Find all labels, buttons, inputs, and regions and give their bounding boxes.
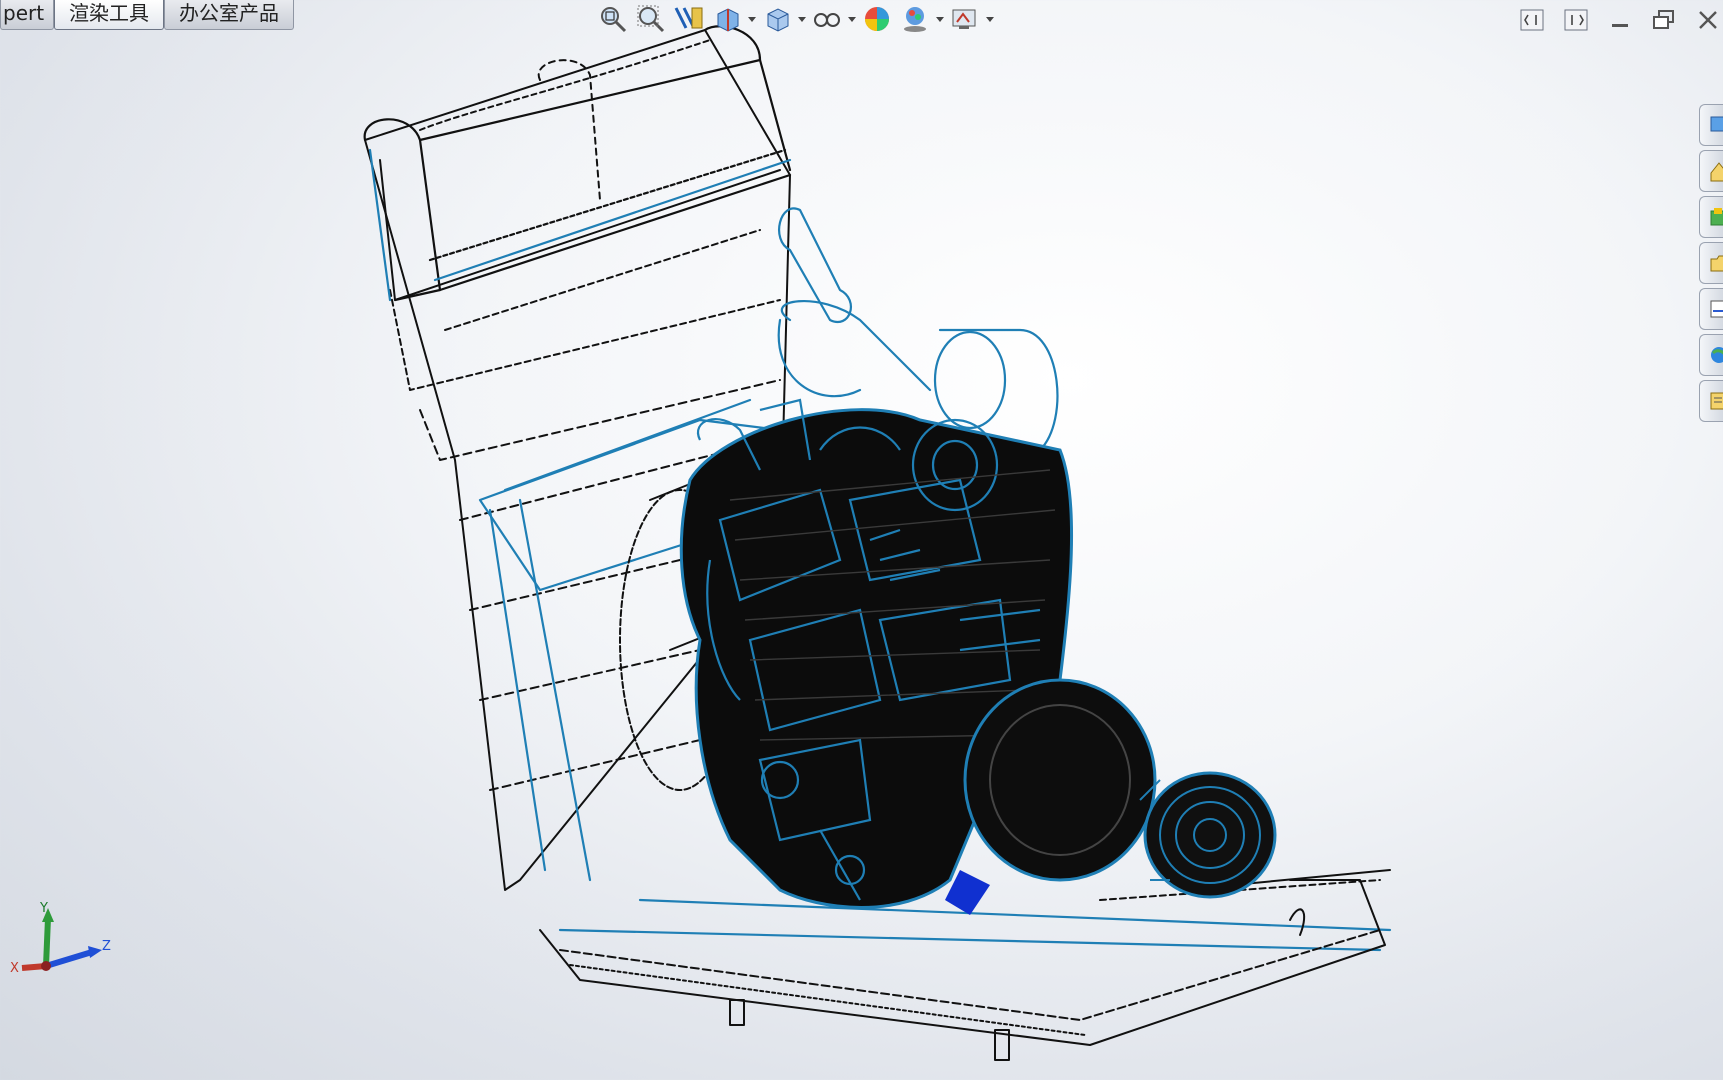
zoom-to-fit-icon[interactable] — [596, 2, 630, 36]
window-controls — [1517, 6, 1723, 34]
tab-expert[interactable]: pert — [0, 0, 54, 30]
file-explorer-icon[interactable] — [1699, 196, 1723, 238]
solidworks-resources-icon[interactable] — [1699, 104, 1723, 146]
close-icon[interactable] — [1693, 6, 1723, 34]
display-style-dropdown[interactable] — [810, 2, 856, 36]
appearances-icon[interactable] — [1699, 288, 1723, 330]
chevron-down-icon — [848, 16, 856, 22]
tile-left-icon[interactable] — [1517, 6, 1547, 34]
section-view-dropdown[interactable] — [710, 2, 756, 36]
triad-z-label: Z — [102, 939, 111, 954]
view-orientation-icon — [760, 2, 794, 36]
chevron-down-icon — [986, 16, 994, 22]
tab-render-tools[interactable]: 渲染工具 — [54, 0, 164, 30]
graphics-viewport[interactable] — [0, 0, 1723, 1080]
engine-assembly — [679, 398, 1277, 915]
tile-right-icon[interactable] — [1561, 6, 1591, 34]
section-view-icon — [710, 2, 744, 36]
heads-up-view-toolbar — [596, 2, 994, 36]
view-orientation-dropdown[interactable] — [760, 2, 806, 36]
view-settings-dropdown[interactable] — [948, 2, 994, 36]
previous-view-icon[interactable] — [672, 2, 706, 36]
apply-scene-icon — [898, 2, 932, 36]
view-settings-icon — [948, 2, 982, 36]
tab-office-products[interactable]: 办公室产品 — [164, 0, 294, 30]
minimize-icon[interactable] — [1605, 6, 1635, 34]
apply-scene-dropdown[interactable] — [898, 2, 944, 36]
custom-properties-icon[interactable] — [1699, 334, 1723, 376]
restore-icon[interactable] — [1649, 6, 1679, 34]
reference-triad: Y Z X — [8, 896, 118, 996]
view-palette-icon[interactable] — [1699, 242, 1723, 284]
file-properties-icon[interactable] — [1699, 380, 1723, 422]
triad-x-label: X — [10, 961, 19, 976]
design-library-icon[interactable] — [1699, 150, 1723, 192]
chevron-down-icon — [748, 16, 756, 22]
model-wireframe[interactable] — [0, 0, 1723, 1080]
chevron-down-icon — [798, 16, 806, 22]
task-pane — [1699, 104, 1723, 422]
chevron-down-icon — [936, 16, 944, 22]
hide-show-items-icon — [810, 2, 844, 36]
triad-y-label: Y — [39, 901, 48, 916]
command-manager-tabs: pert 渲染工具 办公室产品 — [0, 0, 294, 30]
edit-appearance-icon[interactable] — [860, 2, 894, 36]
zoom-to-area-icon[interactable] — [634, 2, 668, 36]
canopy — [363, 25, 792, 302]
